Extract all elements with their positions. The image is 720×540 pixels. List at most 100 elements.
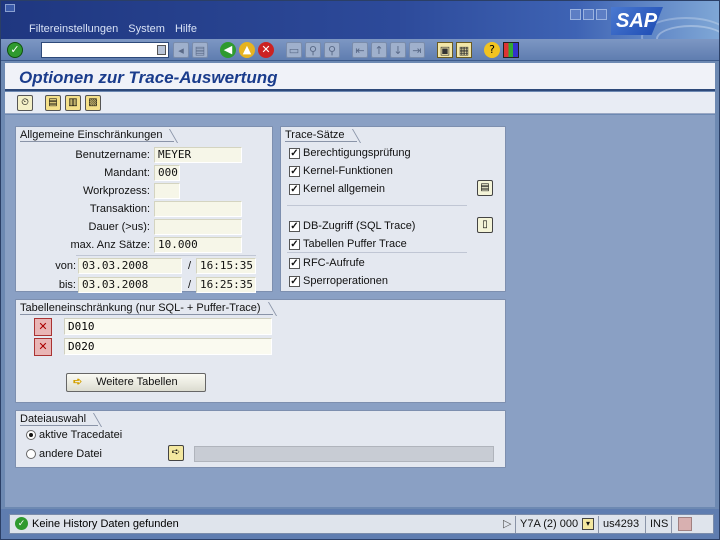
minimize-button[interactable] [570,9,581,20]
button-label: Weitere Tabellen [96,376,178,388]
checkbox-label: RFC-Aufrufe [303,257,365,269]
standard-toolbar-icons: ◂ ▤ ◀ ▲ ✕ ▭ ⚲ ⚲ ⇤ ↑ ↓ ⇥ ▣ ▦ ? [173,42,519,58]
cancel-icon[interactable]: ✕ [258,42,274,58]
back-icon[interactable]: ◀ [220,42,236,58]
system-info-dropdown-icon[interactable]: ▾ [582,518,594,530]
menu-bar: Filtereinstellungen System Hilfe [29,23,197,35]
dauer-input[interactable] [154,219,242,235]
radio-dot[interactable] [26,430,36,440]
sql-trace-details-icon[interactable]: ▯ [477,217,493,233]
save-settings-icon[interactable]: ▤ [45,95,61,111]
weitere-tabellen-button[interactable]: ➪ Weitere Tabellen [66,373,206,392]
status-expand-icon[interactable]: ▷ [503,517,511,532]
layout-menu-icon[interactable] [503,42,519,58]
von-separator: / [188,260,192,272]
delete-row-icon[interactable]: ✕ [34,338,52,356]
benutzername-input[interactable]: MEYER [154,147,242,163]
find-icon[interactable]: ⚲ [305,42,321,58]
bis-time-input[interactable]: 16:25:35 [196,277,256,293]
menu-system[interactable]: System [128,23,165,35]
exit-icon[interactable]: ▲ [239,42,255,58]
checkbox-kernel-funktionen[interactable]: ✓ Kernel-Funktionen [289,165,393,177]
von-time-input[interactable]: 16:15:35 [196,258,256,274]
group-title: Allgemeine Einschränkungen [20,129,175,142]
divider [645,516,646,533]
save-icon[interactable]: ▤ [192,42,208,58]
standard-toolbar: ✓ ◂ ▤ ◀ ▲ ✕ ▭ ⚲ ⚲ ⇤ ↑ ↓ ⇥ ▣ ▦ ? [1,39,719,61]
von-date-input[interactable]: 03.03.2008 [78,258,182,274]
first-page-icon[interactable]: ⇤ [352,42,368,58]
checkbox-sperroperationen[interactable]: ✓ Sperroperationen [289,275,388,287]
radio-dot[interactable] [26,449,36,459]
delete-row-icon[interactable]: ✕ [34,318,52,336]
mandant-input[interactable]: 000 [154,165,180,181]
help-icon[interactable]: ? [484,42,500,58]
close-button[interactable] [596,9,607,20]
checkbox-tabellen-puffer-trace[interactable]: ✓ Tabellen Puffer Trace [289,238,407,250]
label-transaktion: Transaktion: [89,203,150,215]
insert-mode[interactable]: INS [650,517,668,532]
previous-icon[interactable]: ◂ [173,42,189,58]
max-anz-saetze-input[interactable]: 10.000 [154,237,242,253]
checkbox-box[interactable]: ✓ [289,165,300,177]
screen-title-bar: Optionen zur Trace-Auswertung [5,63,715,91]
create-session-icon[interactable]: ▣ [437,42,453,58]
status-bar-inner: ✓ Keine History Daten gefunden ▷ Y7A (2)… [9,514,714,534]
transaktion-input[interactable] [154,201,242,217]
checkbox-box[interactable]: ✓ [289,183,300,195]
toolbar-separator [475,42,481,58]
previous-page-icon[interactable]: ↑ [371,42,387,58]
group-dateiauswahl: Dateiauswahl aktive Tracedatei andere Da… [15,410,506,468]
bis-separator: / [188,279,192,291]
next-page-icon[interactable]: ↓ [390,42,406,58]
execute-icon[interactable]: ⏲ [17,95,33,111]
checkbox-box[interactable]: ✓ [289,257,300,269]
checkbox-rfc-aufrufe[interactable]: ✓ RFC-Aufrufe [289,257,365,269]
checkbox-berechtigungspruefung[interactable]: ✓ Berechtigungsprüfung [289,147,411,159]
find-next-icon[interactable]: ⚲ [324,42,340,58]
arrow-right-icon: ➪ [73,376,83,388]
group-tabelleneinschraenkung: Tabelleneinschränkung (nur SQL- + Puffer… [15,299,506,403]
command-field[interactable] [41,42,169,58]
system-menu-icon[interactable] [5,4,15,12]
checkbox-box[interactable]: ✓ [289,238,300,250]
label-max-anz-saetze: max. Anz Sätze: [70,239,150,251]
menu-filtereinstellungen[interactable]: Filtereinstellungen [29,23,118,35]
toolbar-separator [211,42,217,58]
group-trace-saetze: Trace-Sätze ✓ Berechtigungsprüfung ✓ Ker… [280,126,506,292]
status-message[interactable]: ✓ Keine History Daten gefunden [15,517,179,530]
last-page-icon[interactable]: ⇥ [409,42,425,58]
checkbox-box[interactable]: ✓ [289,220,300,232]
bis-date-input[interactable]: 03.03.2008 [78,277,182,293]
file-path-input[interactable] [194,446,494,462]
label-von: von: [55,260,76,272]
checkbox-label: Berechtigungsprüfung [303,147,411,159]
label-benutzername: Benutzername: [75,149,150,161]
group-title: Trace-Sätze [285,129,357,142]
divider [287,205,467,206]
radio-andere-datei[interactable]: andere Datei [26,448,102,460]
reset-settings-icon[interactable]: ▧ [85,95,101,111]
print-icon[interactable]: ▭ [286,42,302,58]
maximize-button[interactable] [583,9,594,20]
checkbox-box[interactable]: ✓ [289,275,300,287]
enter-icon[interactable]: ✓ [7,42,23,58]
checkbox-box[interactable]: ✓ [289,147,300,159]
main-panel: Allgemeine Einschränkungen Benutzername:… [5,115,715,507]
file-select-icon[interactable]: ➪ [168,445,184,461]
table-name-input[interactable]: D020 [64,338,272,355]
group-title: Dateiauswahl [20,413,99,426]
load-settings-icon[interactable]: ▥ [65,95,81,111]
label-bis: bis: [58,279,76,291]
menu-hilfe[interactable]: Hilfe [175,23,197,35]
group-allgemeine-einschraenkungen: Allgemeine Einschränkungen Benutzername:… [15,126,273,293]
table-name-input[interactable]: D010 [64,318,272,335]
checkbox-db-zugriff[interactable]: ✓ DB-Zugriff (SQL Trace) [289,220,415,232]
label-workprozess: Workprozess: [82,185,150,197]
command-history-dropdown-icon[interactable] [157,45,166,55]
checkbox-kernel-allgemein[interactable]: ✓ Kernel allgemein [289,183,385,195]
shortcut-icon[interactable]: ▦ [456,42,472,58]
radio-aktive-tracedatei[interactable]: aktive Tracedatei [26,429,122,441]
workprozess-input[interactable] [154,183,180,199]
kernel-details-icon[interactable]: ▤ [477,180,493,196]
